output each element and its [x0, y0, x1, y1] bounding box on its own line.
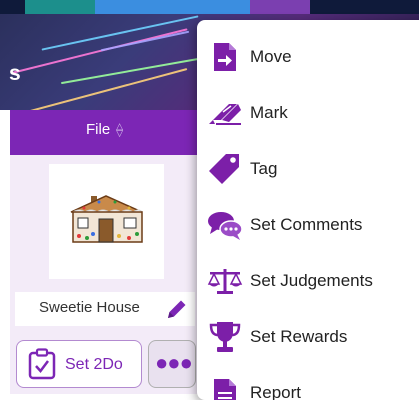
- marker-icon: [207, 96, 243, 130]
- menu-item-label: Mark: [250, 103, 288, 122]
- file-thumbnail[interactable]: [49, 164, 164, 279]
- sort-updown-icon: △ ▽: [116, 120, 124, 138]
- scales-icon: [207, 264, 243, 298]
- set2do-button[interactable]: Set 2Do: [16, 340, 142, 388]
- menu-item-label: Move: [250, 47, 292, 66]
- file-move-icon: [207, 40, 243, 74]
- menu-item-label: Set Rewards: [250, 327, 348, 346]
- tab-segment-green: [25, 0, 95, 14]
- menu-item-label: Tag: [250, 159, 278, 178]
- trophy-icon: [207, 320, 243, 354]
- set2do-label: Set 2Do: [65, 356, 123, 373]
- menu-item-label: Set Judgements: [250, 271, 373, 290]
- menu-item-tag[interactable]: Tag: [197, 144, 419, 194]
- more-options-button[interactable]: ●●●: [148, 340, 196, 388]
- gingerbread-house-image: [70, 195, 143, 243]
- tab-segment-blue: [95, 0, 250, 14]
- pencil-icon[interactable]: [165, 297, 189, 326]
- menu-item-label: Report: [250, 383, 302, 400]
- menu-item-label: Set Comments: [250, 215, 363, 234]
- comments-icon: [207, 208, 243, 242]
- banner-title-fragment: s: [9, 62, 21, 85]
- sort-by-file[interactable]: File △ ▽: [86, 121, 123, 138]
- menu-item-set-judgements[interactable]: Set Judgements: [197, 256, 419, 306]
- report-icon: [207, 376, 243, 400]
- file-name: Sweetie House: [39, 299, 140, 316]
- tab-segment-purple: [250, 0, 310, 14]
- menu-item-mark[interactable]: Mark: [197, 88, 419, 138]
- tag-icon: [207, 152, 243, 186]
- menu-item-set-rewards[interactable]: Set Rewards: [197, 312, 419, 362]
- top-tab-strip: [0, 0, 419, 14]
- ellipsis-icon: ●●●: [155, 350, 193, 375]
- sort-label: File: [86, 121, 111, 138]
- menu-item-set-comments[interactable]: Set Comments: [197, 200, 419, 250]
- menu-item-report[interactable]: Report: [197, 368, 419, 400]
- clipboard-check-icon: [28, 348, 56, 385]
- menu-item-move[interactable]: Move: [197, 32, 419, 82]
- context-menu: Move Mark Tag Set Comments Set Judgement…: [197, 20, 419, 400]
- file-name-row: Sweetie House: [15, 292, 195, 326]
